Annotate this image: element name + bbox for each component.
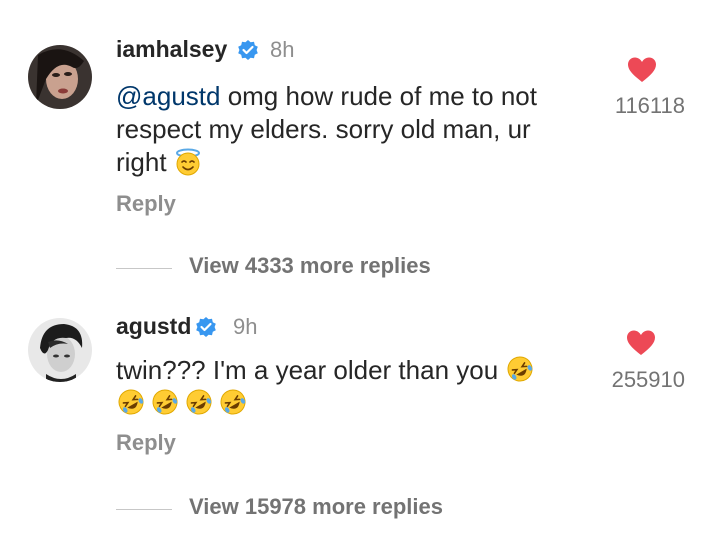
comment-text-line2: respect my elders. sorry old man, ur <box>116 114 531 144</box>
comment-time: 9h <box>233 314 258 339</box>
heart-icon[interactable] <box>627 56 657 84</box>
rolling-on-floor-laughing-icon <box>220 389 246 415</box>
reply-button[interactable]: Reply <box>116 430 176 456</box>
comment-time: 8h <box>270 37 295 62</box>
divider <box>116 268 172 269</box>
username[interactable]: agustd <box>116 313 191 340</box>
rolling-on-floor-laughing-icon <box>507 356 533 382</box>
username[interactable]: iamhalsey <box>116 36 227 63</box>
heart-icon[interactable] <box>626 329 656 357</box>
like-count: 255910 <box>611 367 685 392</box>
smiling-face-with-halo-icon <box>175 148 200 176</box>
reply-button[interactable]: Reply <box>116 191 176 217</box>
rolling-on-floor-laughing-icon <box>152 389 178 415</box>
comment-text: twin??? I'm a year older than you <box>116 354 586 420</box>
verified-badge-icon <box>238 40 258 60</box>
comment-text-line3: right <box>116 147 167 177</box>
rolling-on-floor-laughing-icon <box>186 389 212 415</box>
mention-link[interactable]: @agustd <box>116 81 220 111</box>
rolling-on-floor-laughing-icon <box>118 389 144 415</box>
verified-badge-icon <box>196 317 216 337</box>
divider <box>116 509 172 510</box>
comment-text: @agustd omg how rude of me to not respec… <box>116 80 586 179</box>
avatar[interactable] <box>28 318 92 382</box>
view-replies-label: View 15978 more replies <box>189 494 443 519</box>
avatar[interactable] <box>28 45 92 109</box>
comment-text-line1: omg how rude of me to not <box>220 81 537 111</box>
comment-text-line1: twin??? I'm a year older than you <box>116 355 499 385</box>
like-count: 116118 <box>614 93 685 118</box>
view-replies-label: View 4333 more replies <box>189 253 431 278</box>
